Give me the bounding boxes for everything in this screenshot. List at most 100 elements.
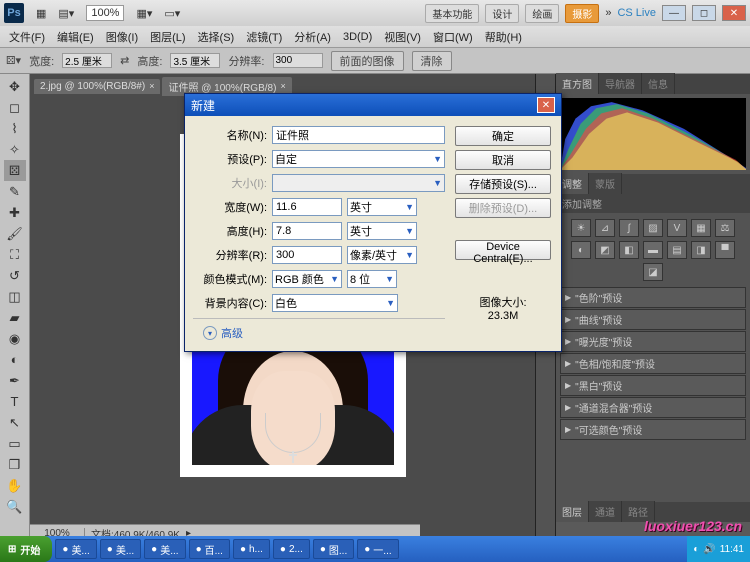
crop-tool[interactable]: ⚄: [4, 160, 26, 181]
invert-icon[interactable]: ▬: [643, 241, 663, 259]
preset-hue[interactable]: ▶"色相/饱和度"预设: [560, 353, 746, 374]
name-input[interactable]: [272, 126, 445, 144]
maximize-button[interactable]: ◻: [692, 5, 716, 21]
posterize-icon[interactable]: ▤: [667, 241, 687, 259]
screen-mode-icon[interactable]: ▭▾: [164, 7, 180, 20]
preset-curves[interactable]: ▶"曲线"预设: [560, 309, 746, 330]
task-item[interactable]: ● 一...: [357, 539, 398, 559]
hand-tool[interactable]: ✋: [4, 475, 26, 496]
height-unit-select[interactable]: 英寸▼: [347, 222, 417, 240]
menu-filter[interactable]: 滤镜(T): [241, 27, 287, 47]
crop-tool-icon[interactable]: ⚄▾: [6, 54, 21, 67]
workspace-basic[interactable]: 基本功能: [425, 4, 479, 23]
gradient-tool[interactable]: ▰: [4, 307, 26, 328]
doc-tab-1[interactable]: 2.jpg @ 100%(RGB/8#)×: [34, 79, 160, 94]
workspace-photo[interactable]: 摄影: [565, 4, 599, 23]
zoom-tool[interactable]: 🔍: [4, 496, 26, 517]
task-item[interactable]: ● 美...: [100, 539, 141, 559]
width-unit-select[interactable]: 英寸▼: [347, 198, 417, 216]
photo-filter-icon[interactable]: ◩: [595, 241, 615, 259]
workspace-paint[interactable]: 绘画: [525, 4, 559, 23]
menu-window[interactable]: 窗口(W): [428, 27, 478, 47]
front-image-button[interactable]: 前面的图像: [331, 51, 404, 71]
tab-layers[interactable]: 图层: [556, 501, 589, 522]
system-tray[interactable]: ◐ 🔊 11:41: [687, 536, 750, 562]
menu-3d[interactable]: 3D(D): [338, 29, 377, 45]
mini-bridge-icon[interactable]: ▤▾: [58, 7, 74, 20]
minimize-button[interactable]: —: [662, 5, 686, 21]
menu-help[interactable]: 帮助(H): [480, 27, 527, 47]
device-central-button[interactable]: Device Central(E)...: [455, 240, 551, 260]
history-brush-tool[interactable]: ↺: [4, 265, 26, 286]
shape-tool[interactable]: ▭: [4, 433, 26, 454]
menu-image[interactable]: 图像(I): [101, 27, 143, 47]
preset-levels[interactable]: ▶"色阶"预设: [560, 287, 746, 308]
channel-mixer-icon[interactable]: ◧: [619, 241, 639, 259]
blur-tool[interactable]: ◉: [4, 328, 26, 349]
dialog-titlebar[interactable]: 新建 ✕: [185, 94, 561, 116]
menu-edit[interactable]: 编辑(E): [52, 27, 99, 47]
tab-masks[interactable]: 蒙版: [589, 173, 622, 194]
opt-width-input[interactable]: [62, 53, 112, 68]
preset-select[interactable]: 自定▼: [272, 150, 445, 168]
tab-info[interactable]: 信息: [642, 73, 675, 94]
wand-tool[interactable]: ✧: [4, 139, 26, 160]
start-button[interactable]: ⊞开始: [0, 536, 52, 562]
selective-color-icon[interactable]: ◪: [643, 263, 663, 281]
res-input[interactable]: [272, 246, 342, 264]
preset-exposure[interactable]: ▶"曝光度"预设: [560, 331, 746, 352]
width-input[interactable]: [272, 198, 342, 216]
menu-view[interactable]: 视图(V): [379, 27, 426, 47]
cslive-button[interactable]: CS Live: [617, 7, 656, 19]
menu-analysis[interactable]: 分析(A): [289, 27, 336, 47]
colorbalance-icon[interactable]: ⚖: [715, 219, 735, 237]
type-tool[interactable]: T: [4, 391, 26, 412]
ok-button[interactable]: 确定: [455, 126, 551, 146]
res-unit-select[interactable]: 像素/英寸▼: [347, 246, 417, 264]
height-input[interactable]: [272, 222, 342, 240]
threshold-icon[interactable]: ◨: [691, 241, 711, 259]
preset-selcolor[interactable]: ▶"可选颜色"预设: [560, 419, 746, 440]
lasso-tool[interactable]: ⌇: [4, 118, 26, 139]
heal-tool[interactable]: ✚: [4, 202, 26, 223]
workspace-more-icon[interactable]: »: [605, 7, 611, 19]
close-button[interactable]: ✕: [722, 5, 746, 21]
3d-tool[interactable]: ❒: [4, 454, 26, 475]
exposure-icon[interactable]: ▨: [643, 219, 663, 237]
task-item[interactable]: ● h...: [233, 539, 270, 559]
zoom-level[interactable]: 100%: [86, 5, 124, 21]
task-item[interactable]: ● 图...: [313, 539, 354, 559]
clock[interactable]: 11:41: [720, 544, 744, 555]
task-item[interactable]: ● 美...: [55, 539, 96, 559]
brightness-icon[interactable]: ☀: [571, 219, 591, 237]
tray-icon[interactable]: 🔊: [703, 544, 715, 555]
task-item[interactable]: ● 美...: [144, 539, 185, 559]
curves-icon[interactable]: ∫: [619, 219, 639, 237]
opt-height-input[interactable]: [170, 53, 220, 68]
preset-channelmix[interactable]: ▶"通道混合器"预设: [560, 397, 746, 418]
close-icon[interactable]: ×: [280, 81, 285, 91]
menu-select[interactable]: 选择(S): [193, 27, 240, 47]
eyedropper-tool[interactable]: ✎: [4, 181, 26, 202]
dialog-close-button[interactable]: ✕: [537, 97, 555, 113]
close-icon[interactable]: ×: [149, 81, 154, 91]
workspace-design[interactable]: 设计: [485, 4, 519, 23]
menu-file[interactable]: 文件(F): [4, 27, 50, 47]
pen-tool[interactable]: ✒: [4, 370, 26, 391]
preset-bw[interactable]: ▶"黑白"预设: [560, 375, 746, 396]
task-item[interactable]: ● 百...: [189, 539, 230, 559]
bg-select[interactable]: 白色▼: [272, 294, 398, 312]
tab-histogram[interactable]: 直方图: [556, 73, 599, 94]
levels-icon[interactable]: ⊿: [595, 219, 615, 237]
gradient-map-icon[interactable]: ▀: [715, 241, 735, 259]
task-item[interactable]: ● 2...: [273, 539, 310, 559]
opt-res-input[interactable]: [273, 53, 323, 68]
bridge-icon[interactable]: ▦: [36, 7, 46, 20]
move-tool[interactable]: ✥: [4, 76, 26, 97]
mode-select[interactable]: RGB 颜色▼: [272, 270, 342, 288]
hue-icon[interactable]: ▦: [691, 219, 711, 237]
eraser-tool[interactable]: ◫: [4, 286, 26, 307]
clear-button[interactable]: 清除: [412, 51, 452, 71]
advanced-toggle[interactable]: ▾ 高级: [193, 325, 445, 341]
swap-icon[interactable]: ⇄: [120, 54, 129, 67]
